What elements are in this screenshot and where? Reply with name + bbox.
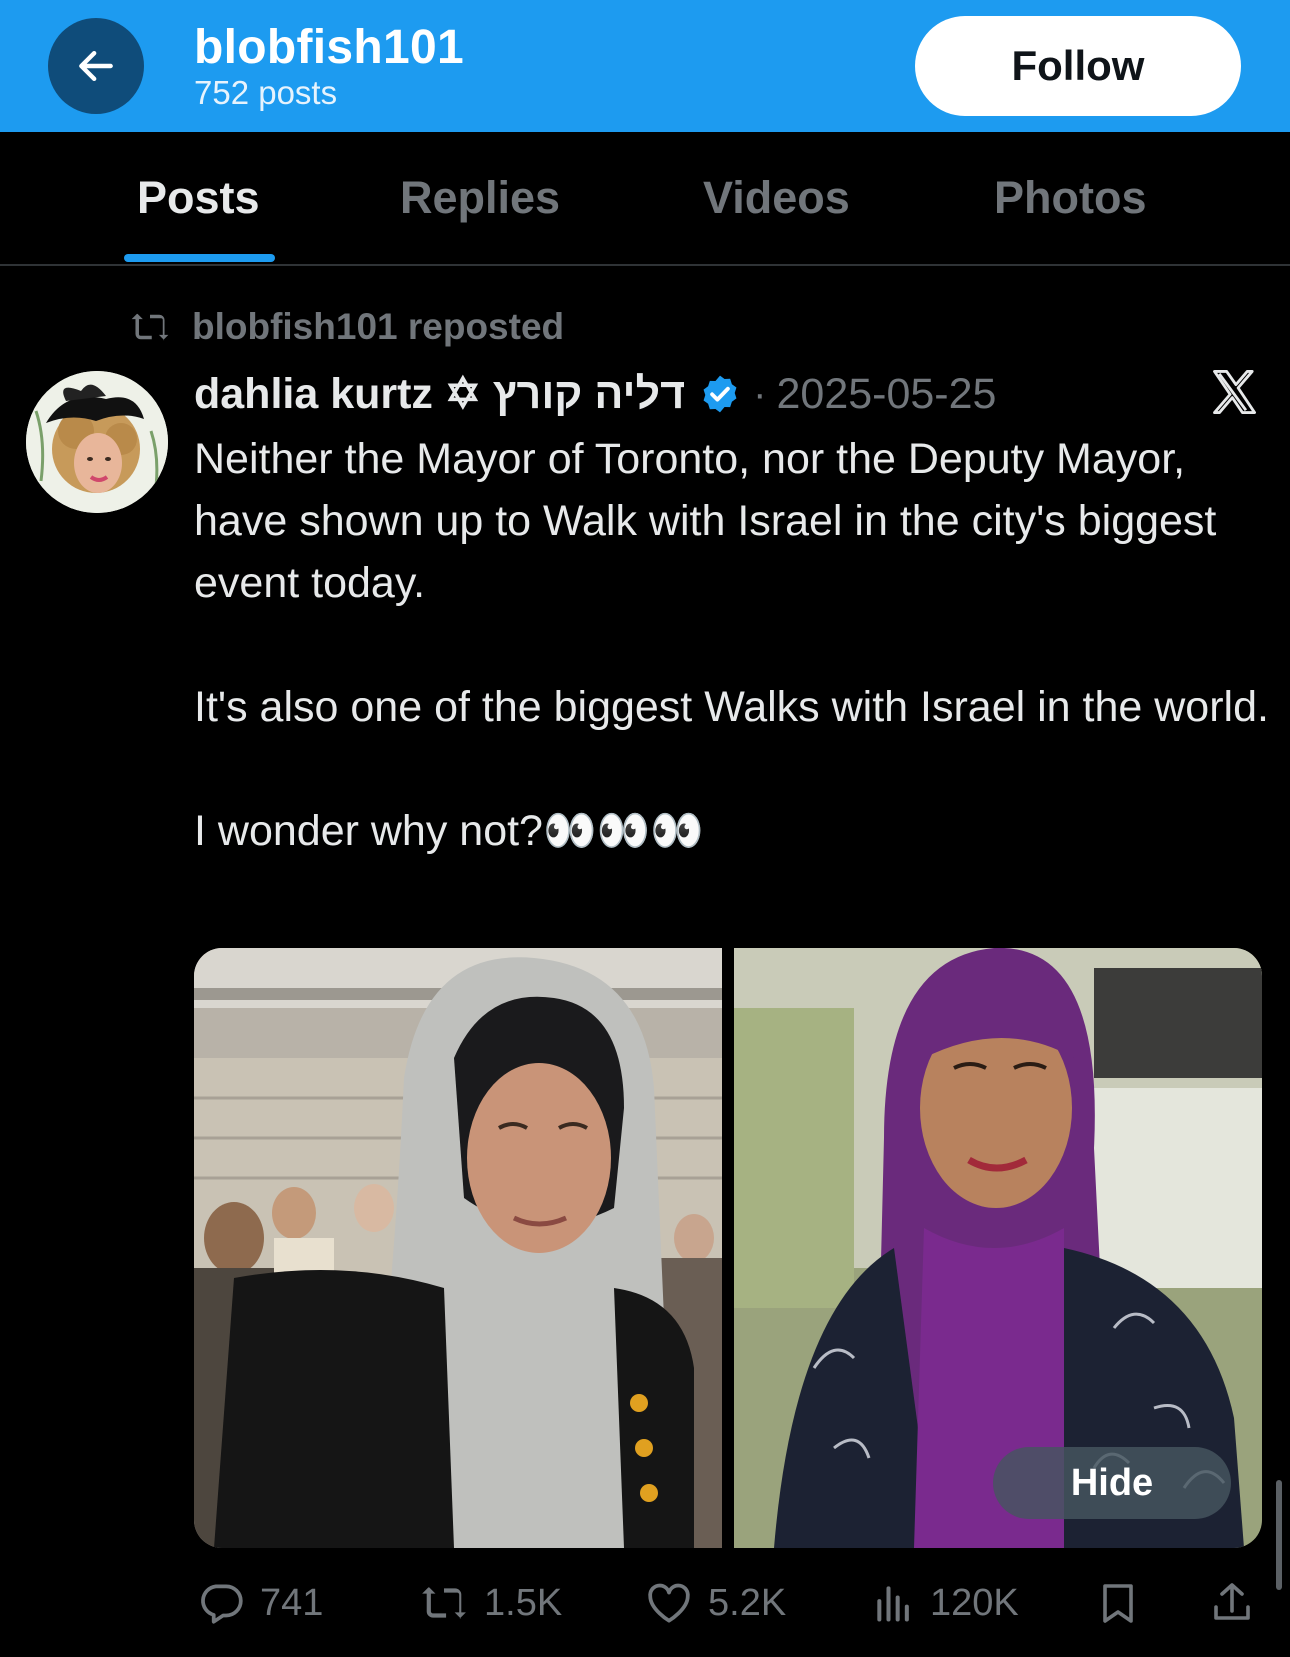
share-icon xyxy=(1214,1583,1250,1620)
like-count: 5.2K xyxy=(708,1581,787,1624)
verified-badge-icon xyxy=(699,373,741,415)
tab-photos[interactable]: Photos xyxy=(994,172,1147,224)
tab-posts[interactable]: Posts xyxy=(137,172,260,224)
follow-button[interactable]: Follow xyxy=(915,16,1241,116)
views-count: 120K xyxy=(930,1581,1019,1624)
x-logo-icon[interactable] xyxy=(1208,366,1260,418)
avatar[interactable] xyxy=(26,371,168,513)
like-button[interactable]: 5.2K xyxy=(644,1575,786,1631)
views-button[interactable]: 120K xyxy=(872,1575,1019,1631)
repost-icon xyxy=(131,313,169,341)
repost-count: 1.5K xyxy=(484,1581,563,1624)
bookmark-button[interactable] xyxy=(1094,1575,1142,1631)
reply-count: 741 xyxy=(260,1581,324,1624)
arrow-left-icon xyxy=(79,50,113,82)
reply-button[interactable]: 741 xyxy=(196,1575,323,1631)
repost-icon xyxy=(422,1587,466,1619)
profile-tabs: Posts Replies Videos Photos xyxy=(0,132,1290,266)
photo-woman-grey-hijab[interactable] xyxy=(194,948,722,1548)
repost-context[interactable]: blobfish101 reposted xyxy=(126,304,564,350)
hide-media-button[interactable]: Hide xyxy=(993,1447,1231,1519)
post-paragraph: Neither the Mayor of Toronto, nor the De… xyxy=(194,435,1217,607)
separator-dot: · xyxy=(753,371,767,416)
profile-header: blobfish101 752 posts Follow xyxy=(0,0,1290,132)
share-button[interactable] xyxy=(1208,1575,1256,1631)
post-body: Neither the Mayor of Toronto, nor the De… xyxy=(194,428,1274,862)
post-count: 752 posts xyxy=(194,74,338,111)
author-name[interactable]: dahlia kurtz ✡ דליה קורץ xyxy=(194,369,685,419)
reply-icon xyxy=(201,1584,243,1624)
tab-videos[interactable]: Videos xyxy=(703,172,850,224)
post-paragraph: It's also one of the biggest Walks with … xyxy=(194,683,1269,731)
post-date[interactable]: 2025-05-25 xyxy=(776,370,996,419)
post-author-line: dahlia kurtz ✡ דליה קורץ · 2025-05-25 xyxy=(194,368,996,420)
profile-handle: blobfish101 xyxy=(194,21,465,74)
scrollbar[interactable] xyxy=(1276,1480,1282,1590)
repost-button[interactable]: 1.5K xyxy=(418,1575,562,1631)
bookmark-icon xyxy=(1103,1584,1133,1623)
active-tab-indicator xyxy=(124,254,275,262)
post-paragraph: I wonder why not?👀👀👀 xyxy=(194,807,704,855)
tab-replies[interactable]: Replies xyxy=(400,172,560,224)
repost-label: blobfish101 reposted xyxy=(192,306,565,347)
views-icon xyxy=(877,1586,909,1622)
like-icon xyxy=(648,1583,690,1623)
back-button[interactable] xyxy=(48,18,144,114)
